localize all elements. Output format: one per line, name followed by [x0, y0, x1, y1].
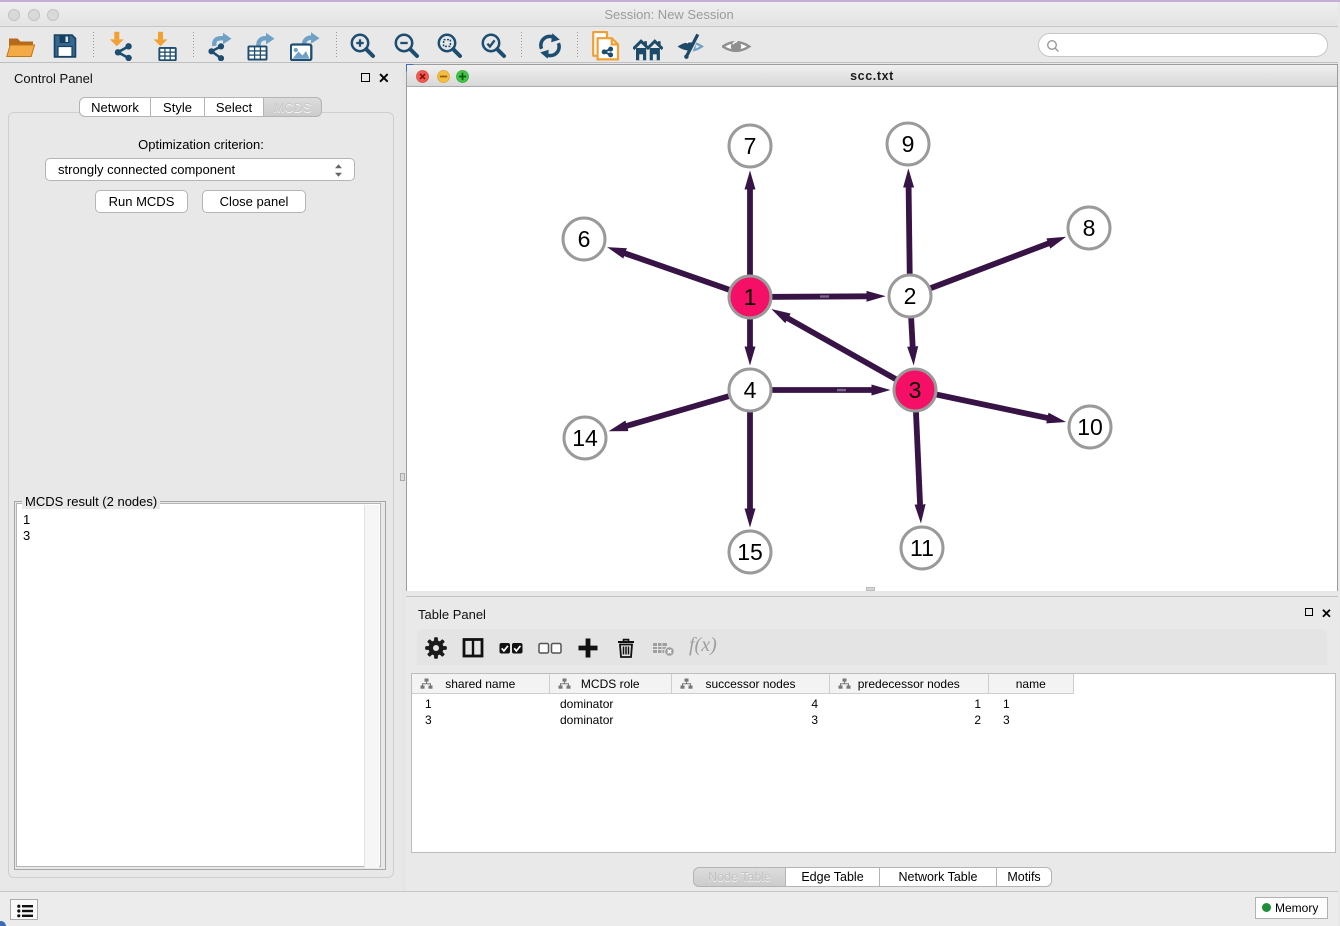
- svg-text:9: 9: [902, 131, 915, 157]
- svg-text:1: 1: [744, 284, 757, 310]
- svg-text:14: 14: [572, 425, 598, 451]
- svg-text:11: 11: [910, 535, 934, 561]
- svg-text:6: 6: [578, 226, 591, 252]
- svg-text:10: 10: [1077, 414, 1103, 440]
- svg-text:3: 3: [909, 377, 922, 403]
- svg-text:15: 15: [737, 539, 763, 565]
- svg-text:2: 2: [904, 283, 917, 309]
- svg-text:8: 8: [1083, 215, 1096, 241]
- svg-text:7: 7: [744, 133, 757, 159]
- svg-text:4: 4: [744, 377, 757, 403]
